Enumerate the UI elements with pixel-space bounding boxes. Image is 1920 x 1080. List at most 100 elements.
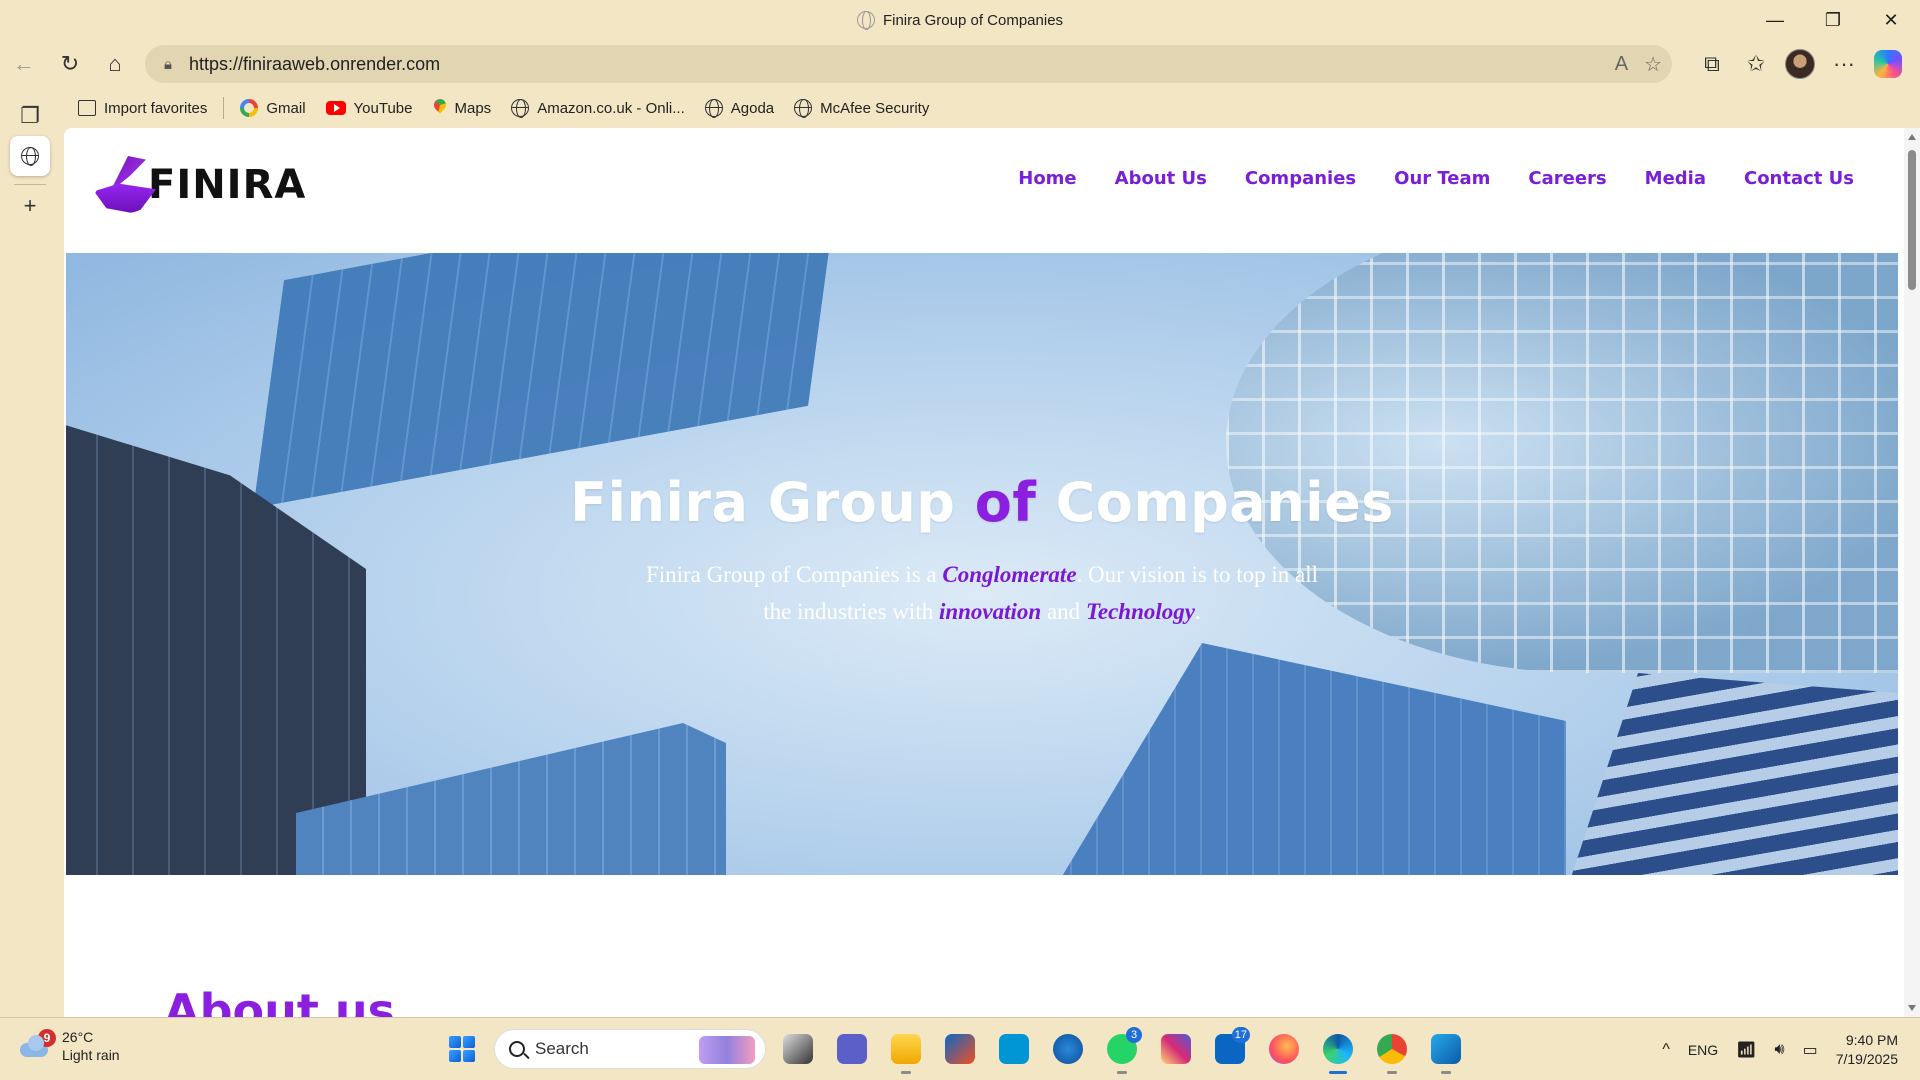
taskbar-get-help[interactable]	[1046, 1027, 1090, 1071]
nav-media[interactable]: Media	[1645, 168, 1706, 189]
new-tab-button[interactable]: +	[10, 186, 50, 226]
nav-about-us[interactable]: About Us	[1115, 168, 1207, 189]
favorite-agoda[interactable]: Agoda	[695, 92, 784, 124]
site-logo[interactable]: FINIRA	[88, 150, 306, 220]
scroll-thumb[interactable]	[1908, 150, 1916, 290]
read-aloud-icon[interactable]: A	[1615, 53, 1628, 76]
favorites-divider	[223, 97, 225, 119]
settings-more-button[interactable]: ···	[1822, 42, 1866, 86]
taskbar-microsoft-store[interactable]	[938, 1027, 982, 1071]
start-button[interactable]	[440, 1027, 484, 1071]
clock-date: 7/19/2025	[1835, 1050, 1898, 1067]
url-text[interactable]: https://finiraaweb.onrender.com	[189, 54, 440, 75]
hero-building-image	[1566, 673, 1898, 875]
running-indicator	[901, 1071, 911, 1074]
nav-companies[interactable]: Companies	[1245, 168, 1356, 189]
running-indicator	[1117, 1071, 1127, 1074]
favorite-label: Agoda	[730, 99, 775, 117]
favorite-label: YouTube	[353, 99, 413, 117]
page-scrollbar[interactable]	[1904, 128, 1920, 1017]
taskbar-firefox[interactable]	[1262, 1027, 1306, 1071]
maps-pin-icon	[433, 99, 447, 117]
vertical-tab-active[interactable]	[10, 136, 50, 176]
address-bar[interactable]: 🔒︎ https://finiraaweb.onrender.com A ☆	[145, 45, 1672, 83]
notification-count: 3	[1126, 1027, 1142, 1043]
taskbar-linkedin[interactable]: 17	[1208, 1027, 1252, 1071]
extensions-button[interactable]: ⧉	[1690, 42, 1734, 86]
sidebar-divider	[14, 184, 46, 185]
scroll-down-arrow-icon[interactable]	[1908, 1005, 1916, 1011]
favorite-mcafee[interactable]: McAfee Security	[784, 92, 939, 124]
favorite-maps[interactable]: Maps	[423, 92, 502, 124]
favorite-gmail[interactable]: Gmail	[230, 92, 315, 124]
taskbar-chrome[interactable]	[1370, 1027, 1414, 1074]
site-header: FINIRA Home About Us Companies Our Team …	[64, 128, 1904, 253]
hero-building-image	[253, 253, 839, 509]
hero-sub-text: .	[1194, 599, 1201, 624]
clock-time: 9:40 PM	[1845, 1031, 1898, 1048]
nav-home[interactable]: Home	[1018, 168, 1076, 189]
tab-actions-button[interactable]: ❐	[10, 96, 50, 136]
show-hidden-icons-chevron-icon[interactable]: ^	[1662, 1041, 1670, 1059]
weather-widget[interactable]: 9 26°C Light rain	[18, 1028, 120, 1064]
refresh-button[interactable]: ↻	[48, 42, 92, 86]
taskbar-edge[interactable]	[1316, 1027, 1360, 1074]
about-heading: About us	[164, 984, 396, 1017]
window-controls: — ❐ ✕	[1746, 0, 1920, 40]
copilot-button[interactable]	[1866, 42, 1910, 86]
window-titlebar: Finira Group of Companies — ❐ ✕	[0, 0, 1920, 40]
tab-actions-icon: ❐	[20, 103, 40, 128]
hero-sub-text: and	[1041, 599, 1086, 624]
weather-desc: Light rain	[62, 1047, 120, 1063]
home-button[interactable]: ⌂	[93, 42, 137, 86]
favorite-label: Gmail	[266, 99, 306, 117]
nav-our-team[interactable]: Our Team	[1394, 168, 1490, 189]
windows-logo-icon	[449, 1036, 475, 1062]
running-indicator	[1441, 1071, 1451, 1074]
weather-badge: 9	[38, 1029, 56, 1047]
nav-careers[interactable]: Careers	[1528, 168, 1606, 189]
minimize-button[interactable]: —	[1746, 0, 1804, 40]
scroll-up-arrow-icon[interactable]	[1908, 134, 1916, 140]
search-label: Search	[535, 1039, 589, 1058]
home-icon: ⌂	[108, 51, 122, 76]
hero-title-accent: of	[974, 471, 1037, 534]
search-highlight-image	[699, 1036, 755, 1064]
taskbar-task-view[interactable]	[776, 1027, 820, 1071]
volume-icon[interactable]: 🔊︎	[1774, 1041, 1784, 1059]
youtube-icon	[325, 101, 346, 115]
favorite-import[interactable]: Import favorites	[68, 92, 217, 124]
hero-subtitle: Finira Group of Companies is a Conglomer…	[642, 556, 1322, 630]
favorite-amazon[interactable]: Amazon.co.uk - Onli...	[501, 92, 695, 124]
favorite-star-icon[interactable]: ☆	[1644, 52, 1662, 77]
close-button[interactable]: ✕	[1862, 0, 1920, 40]
taskbar-outlook[interactable]	[1424, 1027, 1468, 1074]
running-indicator	[1329, 1071, 1347, 1074]
taskbar-search[interactable]: Search	[494, 1029, 766, 1069]
vertical-sidebar: ❐ +	[0, 92, 60, 1017]
profile-button[interactable]	[1778, 42, 1822, 86]
toolbar-right: ⧉ ✩ ···	[1690, 40, 1920, 88]
favorite-youtube[interactable]: YouTube	[316, 92, 423, 124]
battery-icon[interactable]: ▭	[1803, 1040, 1818, 1060]
clock[interactable]: 9:40 PM 7/19/2025	[1836, 1031, 1898, 1069]
store-icon	[945, 1034, 975, 1064]
wifi-icon[interactable]: 📶︎	[1736, 1040, 1756, 1060]
back-button[interactable]: ←	[2, 42, 46, 86]
nav-contact-us[interactable]: Contact Us	[1744, 168, 1854, 189]
taskbar-file-explorer[interactable]	[884, 1027, 928, 1074]
favorites-button[interactable]: ✩	[1734, 42, 1778, 86]
restore-button[interactable]: ❐	[1804, 0, 1862, 40]
taskbar-instagram[interactable]	[1154, 1027, 1198, 1071]
bird-logo-icon	[88, 152, 168, 218]
input-language[interactable]: ENG	[1688, 1042, 1718, 1058]
rain-cloud-icon: 9	[18, 1029, 56, 1061]
taskbar-whatsapp[interactable]: 3	[1100, 1027, 1144, 1074]
favorite-label: Import favorites	[104, 99, 208, 117]
taskbar-myhp[interactable]	[992, 1027, 1036, 1071]
copilot-icon	[1874, 50, 1902, 78]
favorite-label: Amazon.co.uk - Onli...	[537, 99, 685, 117]
taskbar-teams[interactable]	[830, 1027, 874, 1071]
site-info-lock-icon[interactable]: 🔒︎	[159, 55, 177, 73]
running-indicator	[1387, 1071, 1397, 1074]
